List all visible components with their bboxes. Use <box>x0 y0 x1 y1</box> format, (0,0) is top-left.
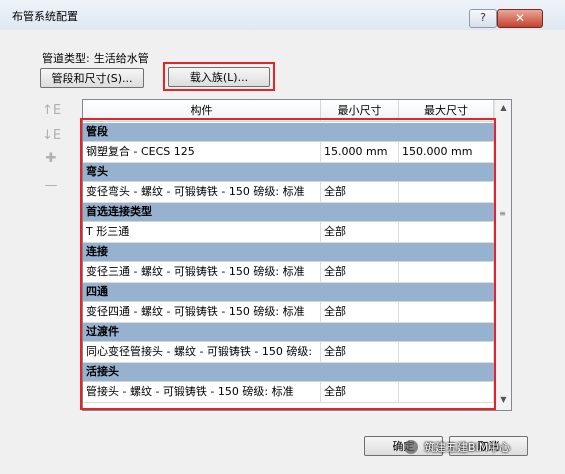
load-family-highlight <box>163 62 275 91</box>
segments-and-sizes-button[interactable]: 管段和尺寸(S)... <box>40 68 144 88</box>
watermark-label: 筑建五建BIM中心 <box>424 441 511 454</box>
scroll-down-icon[interactable]: ▼ <box>495 392 511 408</box>
grid-highlight <box>80 118 496 410</box>
scroll-up-icon[interactable]: ▲ <box>495 100 511 116</box>
window-title: 布管系统配置 <box>12 10 78 23</box>
dialog-window: 布管系统配置 ? ✕ 管道类型: 生活给水管 管段和尺寸(S)... 载入族(L)… <box>0 0 565 474</box>
scroll-grip-icon[interactable]: ≡ <box>497 208 508 220</box>
help-button[interactable]: ? <box>469 9 497 28</box>
move-down-icon[interactable]: ↓E <box>42 128 61 144</box>
pipe-type-label: 管道类型: <box>42 52 90 65</box>
move-up-icon[interactable]: ↑E <box>42 103 61 119</box>
title-bar: 布管系统配置 ? ✕ <box>0 0 565 30</box>
pipe-type-row: 管道类型: 生活给水管 <box>42 50 149 66</box>
close-button[interactable]: ✕ <box>497 9 543 28</box>
watermark-text: 筑建五建BIM中心 <box>404 439 539 457</box>
remove-icon[interactable]: — <box>42 178 60 194</box>
add-icon[interactable]: ✚ <box>42 151 60 167</box>
pipe-type-value: 生活给水管 <box>93 52 149 65</box>
vertical-scrollbar[interactable]: ▲ ≡ ▼ <box>494 100 511 410</box>
